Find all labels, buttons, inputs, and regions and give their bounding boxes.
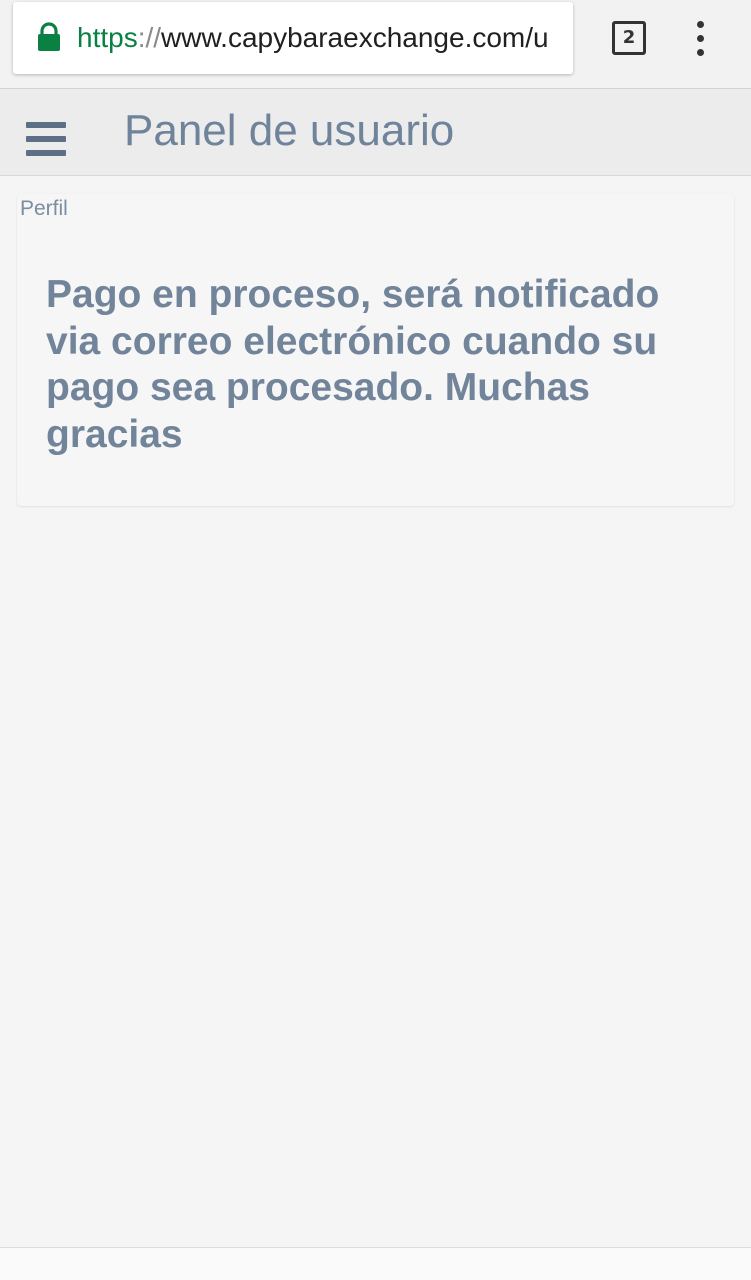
address-bar[interactable]: https://www.capybaraexchange.com/u: [13, 2, 573, 74]
hamburger-menu-icon[interactable]: [26, 122, 66, 158]
url-fade: [545, 2, 573, 74]
url-separator: ://: [137, 22, 162, 53]
bottom-bar: [0, 1248, 751, 1280]
url-host: www.capybaraexchange.com/u: [161, 22, 549, 53]
browser-toolbar: https://www.capybaraexchange.com/u 2: [0, 0, 751, 88]
payment-status-message: Pago en proceso, será notificado via cor…: [46, 273, 660, 456]
vertical-dots-icon[interactable]: [688, 18, 712, 58]
page-title: Panel de usuario: [124, 106, 455, 155]
tab-switcher-button[interactable]: 2: [612, 21, 646, 55]
lock-icon: [38, 22, 60, 51]
breadcrumb[interactable]: Perfil: [20, 197, 68, 221]
url-text[interactable]: https://www.capybaraexchange.com/u: [77, 2, 559, 74]
app-header: Panel de usuario: [0, 88, 751, 176]
url-scheme: https: [77, 22, 138, 53]
